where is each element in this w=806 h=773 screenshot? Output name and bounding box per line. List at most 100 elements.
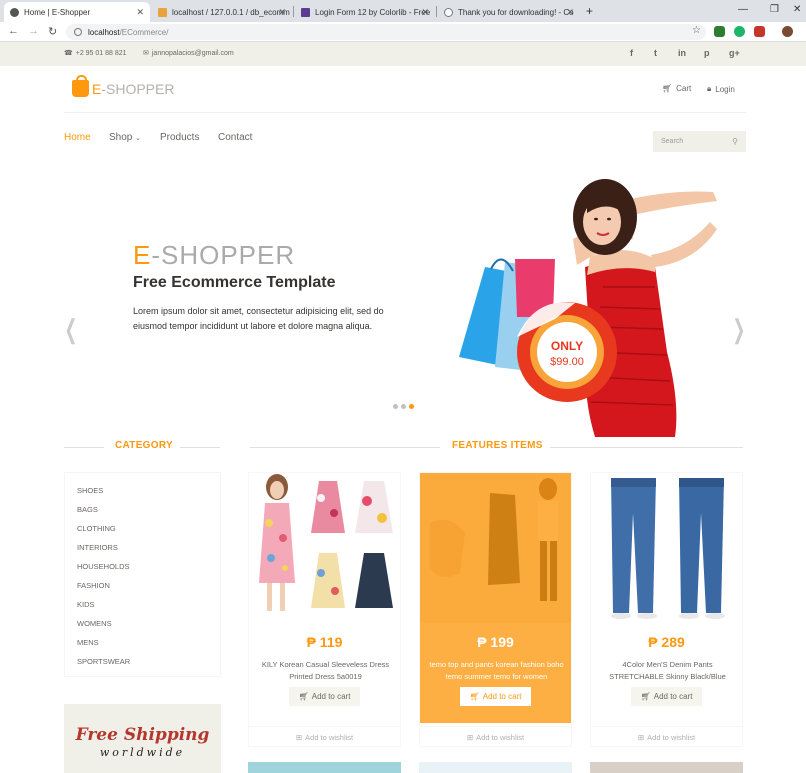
cart-icon: 🛒︎	[469, 692, 480, 701]
add-to-wishlist-link[interactable]: ⊞ Add to wishlist	[591, 726, 742, 748]
slider-dot-active[interactable]	[409, 404, 414, 409]
slider-prev-button[interactable]: ❮	[64, 314, 77, 345]
product-card: ₱ 289 4Color Men'S Denim Pants STRETCHAB…	[590, 472, 743, 747]
site-logo[interactable]: E -SHOPPER	[72, 75, 174, 97]
product-name[interactable]: KILY Korean Casual Sleeveless Dress Prin…	[255, 659, 396, 683]
top-contact-bar: ☎ +2 95 01 88 821 ✉ jannopalacios@gmail.…	[0, 42, 806, 66]
profile-avatar[interactable]	[782, 26, 793, 37]
browser-tab-home[interactable]: Home | E-Shopper ✕	[4, 2, 150, 22]
minimize-button[interactable]: —	[738, 4, 748, 15]
search-input[interactable]: Search ⚲	[653, 131, 746, 152]
product-image-peek	[248, 762, 401, 773]
close-tab-icon[interactable]: ✕	[136, 7, 144, 18]
product-name[interactable]: temo top and pants korean fashion boho t…	[426, 659, 567, 683]
category-item-bags[interactable]: BAGS	[77, 505, 98, 514]
add-to-wishlist-link[interactable]: ⊞ Add to wishlist	[420, 726, 571, 748]
tab-title: Login Form 12 by Colorlib - Free	[315, 7, 431, 17]
product-price: ₱ 119	[306, 634, 343, 650]
email-address: jannopalacios@gmail.com	[151, 49, 234, 57]
twitter-icon[interactable]: t	[654, 48, 657, 58]
plus-square-icon: ⊞	[295, 733, 303, 742]
badge-only-text: ONLY	[551, 339, 583, 353]
extension-icon[interactable]	[714, 26, 725, 37]
new-tab-button[interactable]: +	[586, 4, 593, 18]
close-tab-icon[interactable]: ✕	[278, 7, 286, 18]
linkedin-icon[interactable]: in	[678, 48, 686, 58]
search-icon[interactable]: ⚲	[732, 137, 738, 146]
slider-dot[interactable]	[401, 404, 406, 409]
address-bar[interactable]: localhost/ECommerce/	[66, 24, 706, 40]
reload-icon[interactable]: ↻	[48, 25, 57, 38]
page: ☎ +2 95 01 88 821 ✉ jannopalacios@gmail.…	[0, 42, 806, 773]
tab-title: Thank you for downloading! - Co	[458, 7, 574, 17]
back-icon[interactable]: ←	[8, 25, 19, 37]
section-divider	[550, 447, 743, 448]
plus-square-icon: ⊞	[637, 733, 645, 742]
slider-next-button[interactable]: ❯	[732, 314, 745, 345]
category-item-clothing[interactable]: CLOTHING	[77, 524, 116, 533]
login-label: Login	[715, 84, 735, 94]
browser-tab-colorlib[interactable]: Login Form 12 by Colorlib - Free ✕	[295, 2, 435, 22]
product-price: ₱ 199	[477, 634, 514, 650]
product-name[interactable]: 4Color Men'S Denim Pants STRETCHABLE Ski…	[597, 659, 738, 683]
nav-contact[interactable]: Contact	[218, 132, 252, 143]
close-window-button[interactable]: ✕	[793, 4, 801, 15]
site-info-icon[interactable]	[74, 28, 82, 36]
bookmark-star-icon[interactable]: ☆	[692, 25, 701, 36]
cart-icon: 🛒︎	[662, 84, 673, 93]
cart-label: Cart	[676, 84, 692, 93]
search-placeholder: Search	[661, 138, 684, 145]
tab-separator	[293, 6, 294, 17]
plus-square-icon: ⊞	[466, 733, 474, 742]
phone-number: +2 95 01 88 821	[75, 49, 127, 57]
nav-shop-label: Shop	[109, 132, 133, 143]
product-image-denim-pants[interactable]	[591, 473, 742, 623]
category-item-kids[interactable]: KIDS	[77, 600, 95, 609]
add-to-cart-label: Add to cart	[311, 692, 351, 701]
add-to-cart-button[interactable]: 🛒︎ Add to cart	[289, 687, 360, 706]
category-item-sportswear[interactable]: SPORTSWEAR	[77, 657, 130, 666]
header-divider	[64, 112, 746, 113]
envelope-icon: ✉	[143, 50, 149, 57]
category-item-fashion[interactable]: FASHION	[77, 581, 110, 590]
product-card: ₱ 199 temo top and pants korean fashion …	[419, 472, 572, 747]
category-item-interiors[interactable]: INTERIORS	[77, 543, 118, 552]
hover-overlay	[420, 473, 571, 723]
add-to-wishlist-link[interactable]: ⊞ Add to wishlist	[249, 726, 400, 748]
add-to-cart-button[interactable]: 🛒︎ Add to cart	[460, 687, 531, 706]
close-tab-icon[interactable]: ✕	[421, 7, 429, 18]
cart-icon: 🛒︎	[640, 692, 651, 701]
category-item-shoes[interactable]: SHOES	[77, 486, 103, 495]
slide-model-image: ONLY $99.00	[455, 167, 730, 437]
cart-icon: 🛒︎	[298, 692, 309, 701]
dribbble-icon[interactable]: p	[704, 48, 710, 58]
chevron-down-icon: ⌄	[135, 135, 142, 142]
extension-icon[interactable]	[754, 26, 765, 37]
add-to-cart-button[interactable]: 🛒︎ Add to cart	[631, 687, 702, 706]
grammarly-icon[interactable]	[734, 26, 745, 37]
category-item-womens[interactable]: WOMENS	[77, 619, 112, 628]
nav-products[interactable]: Products	[160, 132, 199, 143]
features-heading: FEATURES ITEMS	[452, 440, 543, 451]
login-link[interactable]: 🔒︎ Login	[707, 84, 735, 94]
browser-tab-phpmyadmin[interactable]: localhost / 127.0.0.1 / db_ecomm ✕	[152, 2, 292, 22]
email-contact: ✉ jannopalacios@gmail.com	[143, 49, 234, 58]
close-tab-icon[interactable]: ✕	[566, 7, 574, 18]
maximize-button[interactable]: ❐	[770, 4, 779, 15]
nav-home[interactable]: Home	[64, 132, 91, 143]
slider-dot[interactable]	[393, 404, 398, 409]
add-to-cart-label: Add to cart	[482, 692, 522, 701]
category-item-households[interactable]: HOUSEHOLDS	[77, 562, 130, 571]
tab-separator	[436, 6, 437, 17]
forward-icon[interactable]: →	[28, 25, 39, 37]
product-image-dresses[interactable]	[249, 473, 400, 623]
free-shipping-banner[interactable]: Free Shipping worldwide	[64, 704, 221, 773]
cart-link[interactable]: 🛒︎ Cart	[662, 84, 691, 93]
browser-toolbar: ← → ↻ localhost/ECommerce/ ☆	[0, 22, 806, 42]
facebook-icon[interactable]: f	[630, 48, 633, 58]
nav-shop[interactable]: Shop ⌄	[109, 132, 141, 143]
phone-contact: ☎ +2 95 01 88 821	[64, 49, 127, 58]
browser-tab-download[interactable]: Thank you for downloading! - Co ✕	[438, 2, 580, 22]
google-plus-icon[interactable]: g+	[729, 48, 740, 58]
category-item-mens[interactable]: MENS	[77, 638, 99, 647]
